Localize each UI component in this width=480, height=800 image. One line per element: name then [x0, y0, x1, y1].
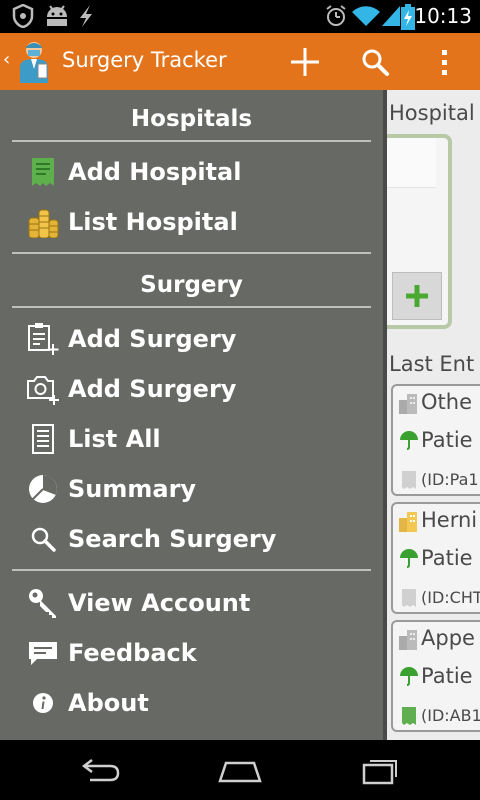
info-icon — [26, 686, 60, 720]
feedback-icon — [26, 636, 60, 670]
last-entries-title: Last Ent — [389, 352, 475, 376]
coins-icon — [26, 205, 60, 239]
menu-item-feedback[interactable]: Feedback — [0, 629, 383, 679]
green-plus-icon — [406, 285, 428, 307]
add-icon — [291, 47, 319, 76]
clipboard-add-icon — [26, 322, 60, 356]
receipt-icon — [402, 471, 416, 489]
entry-id: (ID:Pa1 — [421, 470, 479, 489]
divider — [12, 306, 371, 308]
entry-id: (ID:CHT — [421, 588, 480, 607]
navigation-drawer: Hospitals Add Hospital List Hospital Sur… — [0, 90, 383, 740]
key-icon — [26, 586, 60, 620]
menu-item-view-account[interactable]: View Account — [0, 579, 383, 629]
receipt-icon — [402, 589, 416, 607]
receipt-icon — [402, 707, 416, 725]
battery-charging-icon — [401, 4, 415, 30]
app-logo-icon[interactable] — [14, 39, 54, 83]
overflow-menu-icon — [442, 49, 447, 75]
building-icon — [399, 512, 417, 532]
camera-add-icon — [26, 372, 60, 406]
drawer-edge — [383, 90, 387, 740]
menu-item-add-hospital[interactable]: Add Hospital — [0, 148, 383, 198]
search-icon — [362, 49, 389, 76]
menu-item-list-hospital[interactable]: List Hospital — [0, 198, 383, 248]
hospitals-title: Hospital — [389, 101, 475, 125]
status-bar: 10:13 — [0, 0, 480, 33]
entry-name: Appe — [421, 626, 475, 650]
menu-item-label: List Hospital — [68, 208, 238, 236]
menu-item-about[interactable]: About — [0, 679, 383, 729]
entry-patient: Patie — [421, 664, 473, 688]
list-icon — [26, 422, 60, 456]
menu-item-label: Summary — [68, 475, 197, 503]
menu-item-label: About — [68, 689, 149, 717]
menu-item-add-surgery-clipboard[interactable]: Add Surgery — [0, 315, 383, 365]
alarm-icon — [326, 5, 346, 26]
umbrella-icon — [400, 431, 418, 450]
section-header-surgery: Surgery — [140, 272, 243, 298]
receipt-icon — [26, 155, 60, 189]
divider — [12, 252, 371, 254]
entry-name: Herni — [421, 508, 478, 532]
menu-item-search-surgery[interactable]: Search Surgery — [0, 515, 383, 565]
home-icon — [218, 761, 262, 783]
entry-id: (ID:AB1 — [421, 706, 480, 725]
menu-item-label: Add Hospital — [68, 158, 242, 186]
app-title: Surgery Tracker — [62, 48, 227, 72]
menu-item-list-all[interactable]: List All — [0, 415, 383, 465]
building-icon — [399, 630, 417, 650]
entry-card[interactable]: Appe Patie (ID:AB1 — [391, 620, 480, 732]
shield-icon — [12, 4, 34, 28]
menu-item-add-surgery-camera[interactable]: Add Surgery — [0, 365, 383, 415]
android-icon — [47, 5, 67, 26]
action-bar: ‹ Surgery Tracker — [0, 33, 480, 90]
add-button[interactable] — [273, 33, 337, 90]
menu-item-label: Add Surgery — [68, 325, 237, 353]
recent-apps-button[interactable] — [350, 750, 410, 790]
bolt-icon — [80, 5, 92, 27]
divider — [12, 140, 371, 142]
signal-icon — [382, 6, 400, 26]
entry-name: Othe — [421, 390, 472, 414]
building-icon — [399, 394, 417, 414]
section-header-hospitals: Hospitals — [130, 106, 253, 132]
wifi-icon — [352, 6, 380, 26]
menu-item-label: Add Surgery — [68, 375, 237, 403]
menu-item-label: View Account — [68, 589, 251, 617]
back-icon — [81, 759, 120, 782]
home-button[interactable] — [210, 750, 270, 790]
menu-item-label: Feedback — [68, 639, 197, 667]
pie-chart-icon — [26, 472, 60, 506]
umbrella-icon — [400, 667, 418, 686]
system-navigation-bar — [0, 740, 480, 800]
menu-item-label: List All — [68, 425, 161, 453]
entry-patient: Patie — [421, 546, 473, 570]
entry-card[interactable]: Othe Patie (ID:Pa1 — [391, 384, 480, 496]
up-caret-icon[interactable]: ‹ — [3, 49, 10, 70]
menu-item-summary[interactable]: Summary — [0, 465, 383, 515]
entry-card[interactable]: Herni Patie (ID:CHT — [391, 502, 480, 614]
clock-time: 10:13 — [414, 4, 472, 28]
entry-patient: Patie — [421, 428, 473, 452]
umbrella-icon — [400, 549, 418, 568]
add-hospital-card-button[interactable] — [392, 272, 442, 320]
divider — [12, 569, 371, 571]
menu-item-label: Search Surgery — [68, 525, 277, 553]
back-button[interactable] — [70, 750, 130, 790]
recent-apps-icon — [362, 760, 397, 785]
overflow-menu-button[interactable] — [412, 33, 476, 90]
search-button[interactable] — [343, 33, 407, 90]
search-icon — [26, 522, 60, 556]
